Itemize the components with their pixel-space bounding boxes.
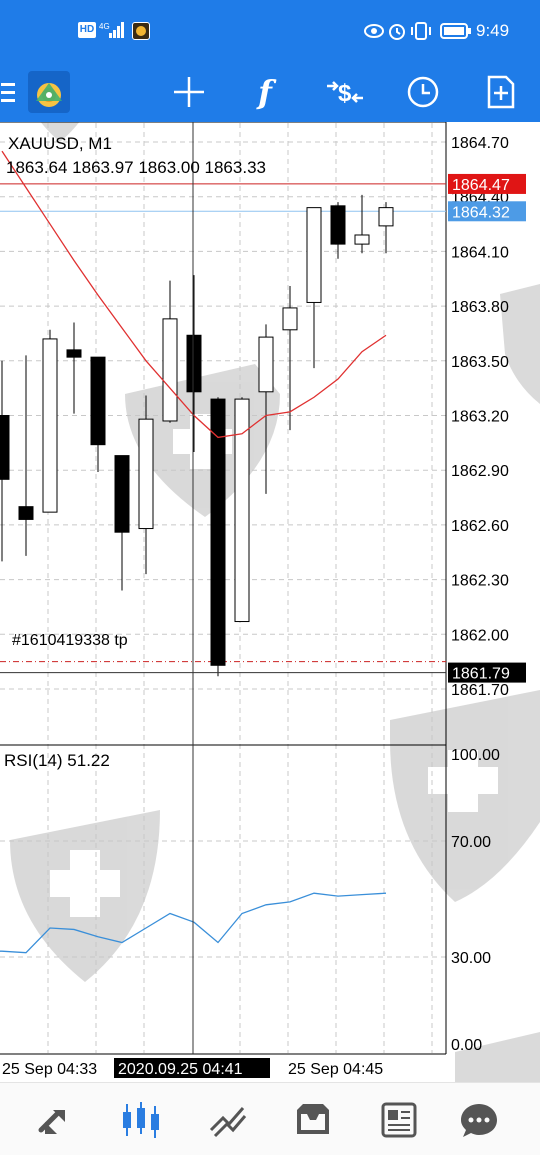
candle-body-bullish [306, 207, 322, 303]
candle-body-bullish [282, 307, 298, 331]
messages-icon [461, 1103, 497, 1137]
candle-body-bullish [354, 234, 370, 245]
candle [90, 356, 106, 473]
function-glyph: f [258, 73, 272, 111]
bottom-navigation [0, 1082, 540, 1155]
candle-body-bearish [66, 349, 82, 358]
rsi-label: RSI(14) 51.22 [4, 751, 110, 770]
quotes-icon [38, 1109, 65, 1134]
nav-trade[interactable] [182, 1083, 272, 1155]
battery-icon [440, 23, 472, 44]
network-4g-text: 4G [99, 22, 110, 31]
rsi-axis-label: 70.00 [451, 834, 491, 851]
candle-body-bearish [114, 455, 130, 533]
trade-icon [209, 1106, 247, 1137]
nav-news[interactable] [354, 1083, 444, 1155]
nav-history[interactable] [268, 1083, 358, 1155]
candle [378, 202, 394, 254]
rsi-axis-label: 0.00 [451, 1037, 482, 1054]
time-cursor-tag-text: 2020.09.25 04:41 [118, 1061, 243, 1078]
chart-symbol: XAUUSD, M1 [8, 134, 112, 153]
candle-body-bearish [18, 506, 34, 520]
candle [354, 194, 370, 254]
crosshair-icon[interactable] [164, 62, 214, 122]
rsi-axis-label: 100.00 [451, 747, 500, 764]
price-axis-label: 1863.20 [451, 409, 509, 426]
price-axis-label: 1863.80 [451, 299, 509, 316]
price-axis-label: 1863.50 [451, 354, 509, 371]
candle [114, 455, 130, 591]
clock-icon[interactable] [398, 62, 448, 122]
chart-canvas[interactable]: XAUUSD, M1 1863.64 1863.97 1863.00 1863.… [0, 122, 540, 1082]
signal-icon: 4G [98, 20, 128, 40]
price-axis-label: 1864.70 [451, 135, 509, 152]
ask-price-tag-text: 1864.47 [452, 177, 510, 194]
candle [66, 322, 82, 414]
bid-price-tag: 1864.32 [448, 201, 526, 222]
time-label-start: 25 Sep 04:33 [2, 1061, 97, 1078]
function-icon[interactable]: f [240, 62, 290, 122]
candle [330, 202, 346, 259]
trade-glyph: $ [338, 80, 352, 107]
history-icon [297, 1103, 329, 1134]
bid-price-tag-text: 1864.32 [452, 204, 510, 221]
candle-body-bullish [258, 336, 274, 393]
alarm-icon [388, 21, 406, 46]
candle-body-bearish [186, 334, 202, 393]
candle [210, 397, 226, 677]
candle-body-bearish [90, 356, 106, 446]
watermark-shield-icon [10, 810, 160, 982]
watermark-shield-icon [390, 690, 540, 902]
nav-quotes[interactable] [10, 1083, 100, 1155]
cursor-price-tag: 1861.79 [448, 662, 526, 683]
app-logo-icon[interactable] [24, 62, 74, 122]
candle-body-bearish [0, 415, 10, 480]
price-axis-label: 1862.60 [451, 518, 509, 535]
candle-body-bullish [138, 418, 154, 530]
chart-ohlc: 1863.64 1863.97 1863.00 1863.33 [6, 158, 266, 177]
time-label-end: 25 Sep 04:45 [288, 1061, 383, 1078]
new-order-icon[interactable] [476, 62, 526, 122]
hd-icon: HD [78, 22, 96, 38]
price-axis-label: 1864.10 [451, 244, 509, 261]
candle [162, 280, 178, 423]
candle [18, 355, 34, 556]
price-axis-label: 1861.70 [451, 682, 509, 699]
order-label[interactable]: #1610419338 tp [12, 632, 128, 649]
candle-body-bearish [210, 398, 226, 666]
toolbar: f $ [0, 62, 540, 122]
price-axis-label: 1862.90 [451, 463, 509, 480]
vibrate-icon [410, 21, 432, 46]
menu-icon[interactable] [0, 62, 18, 122]
candle-body-bullish [378, 207, 394, 227]
clock-time: 9:49 [476, 21, 510, 40]
cursor-price-tag-text: 1861.79 [452, 666, 510, 683]
candle-body-bullish [234, 398, 250, 623]
candle-body-bearish [330, 205, 346, 245]
candle [0, 360, 10, 562]
eye-icon [364, 22, 384, 45]
chart-icon [123, 1101, 159, 1138]
price-axis-label: 1862.30 [451, 573, 509, 590]
chart-area[interactable]: XAUUSD, M1 1863.64 1863.97 1863.00 1863.… [0, 122, 540, 1082]
candle-body-bullish [162, 318, 178, 422]
nav-chart[interactable] [96, 1083, 186, 1155]
price-axis-label: 1862.00 [451, 627, 509, 644]
news-icon [381, 1102, 417, 1137]
rsi-axis-label: 30.00 [451, 950, 491, 967]
status-bar: HD 4G 9:49 [0, 0, 540, 62]
trade-icon[interactable]: $ [320, 62, 370, 122]
app-notification-icon [132, 22, 150, 40]
candle [42, 329, 58, 513]
ask-price-tag: 1864.47 [448, 173, 526, 194]
candle [306, 207, 322, 369]
candle [138, 395, 154, 575]
candle [234, 397, 250, 623]
candle-body-bullish [42, 338, 58, 513]
watermark-shields [10, 122, 540, 1082]
nav-messages[interactable] [434, 1083, 524, 1155]
